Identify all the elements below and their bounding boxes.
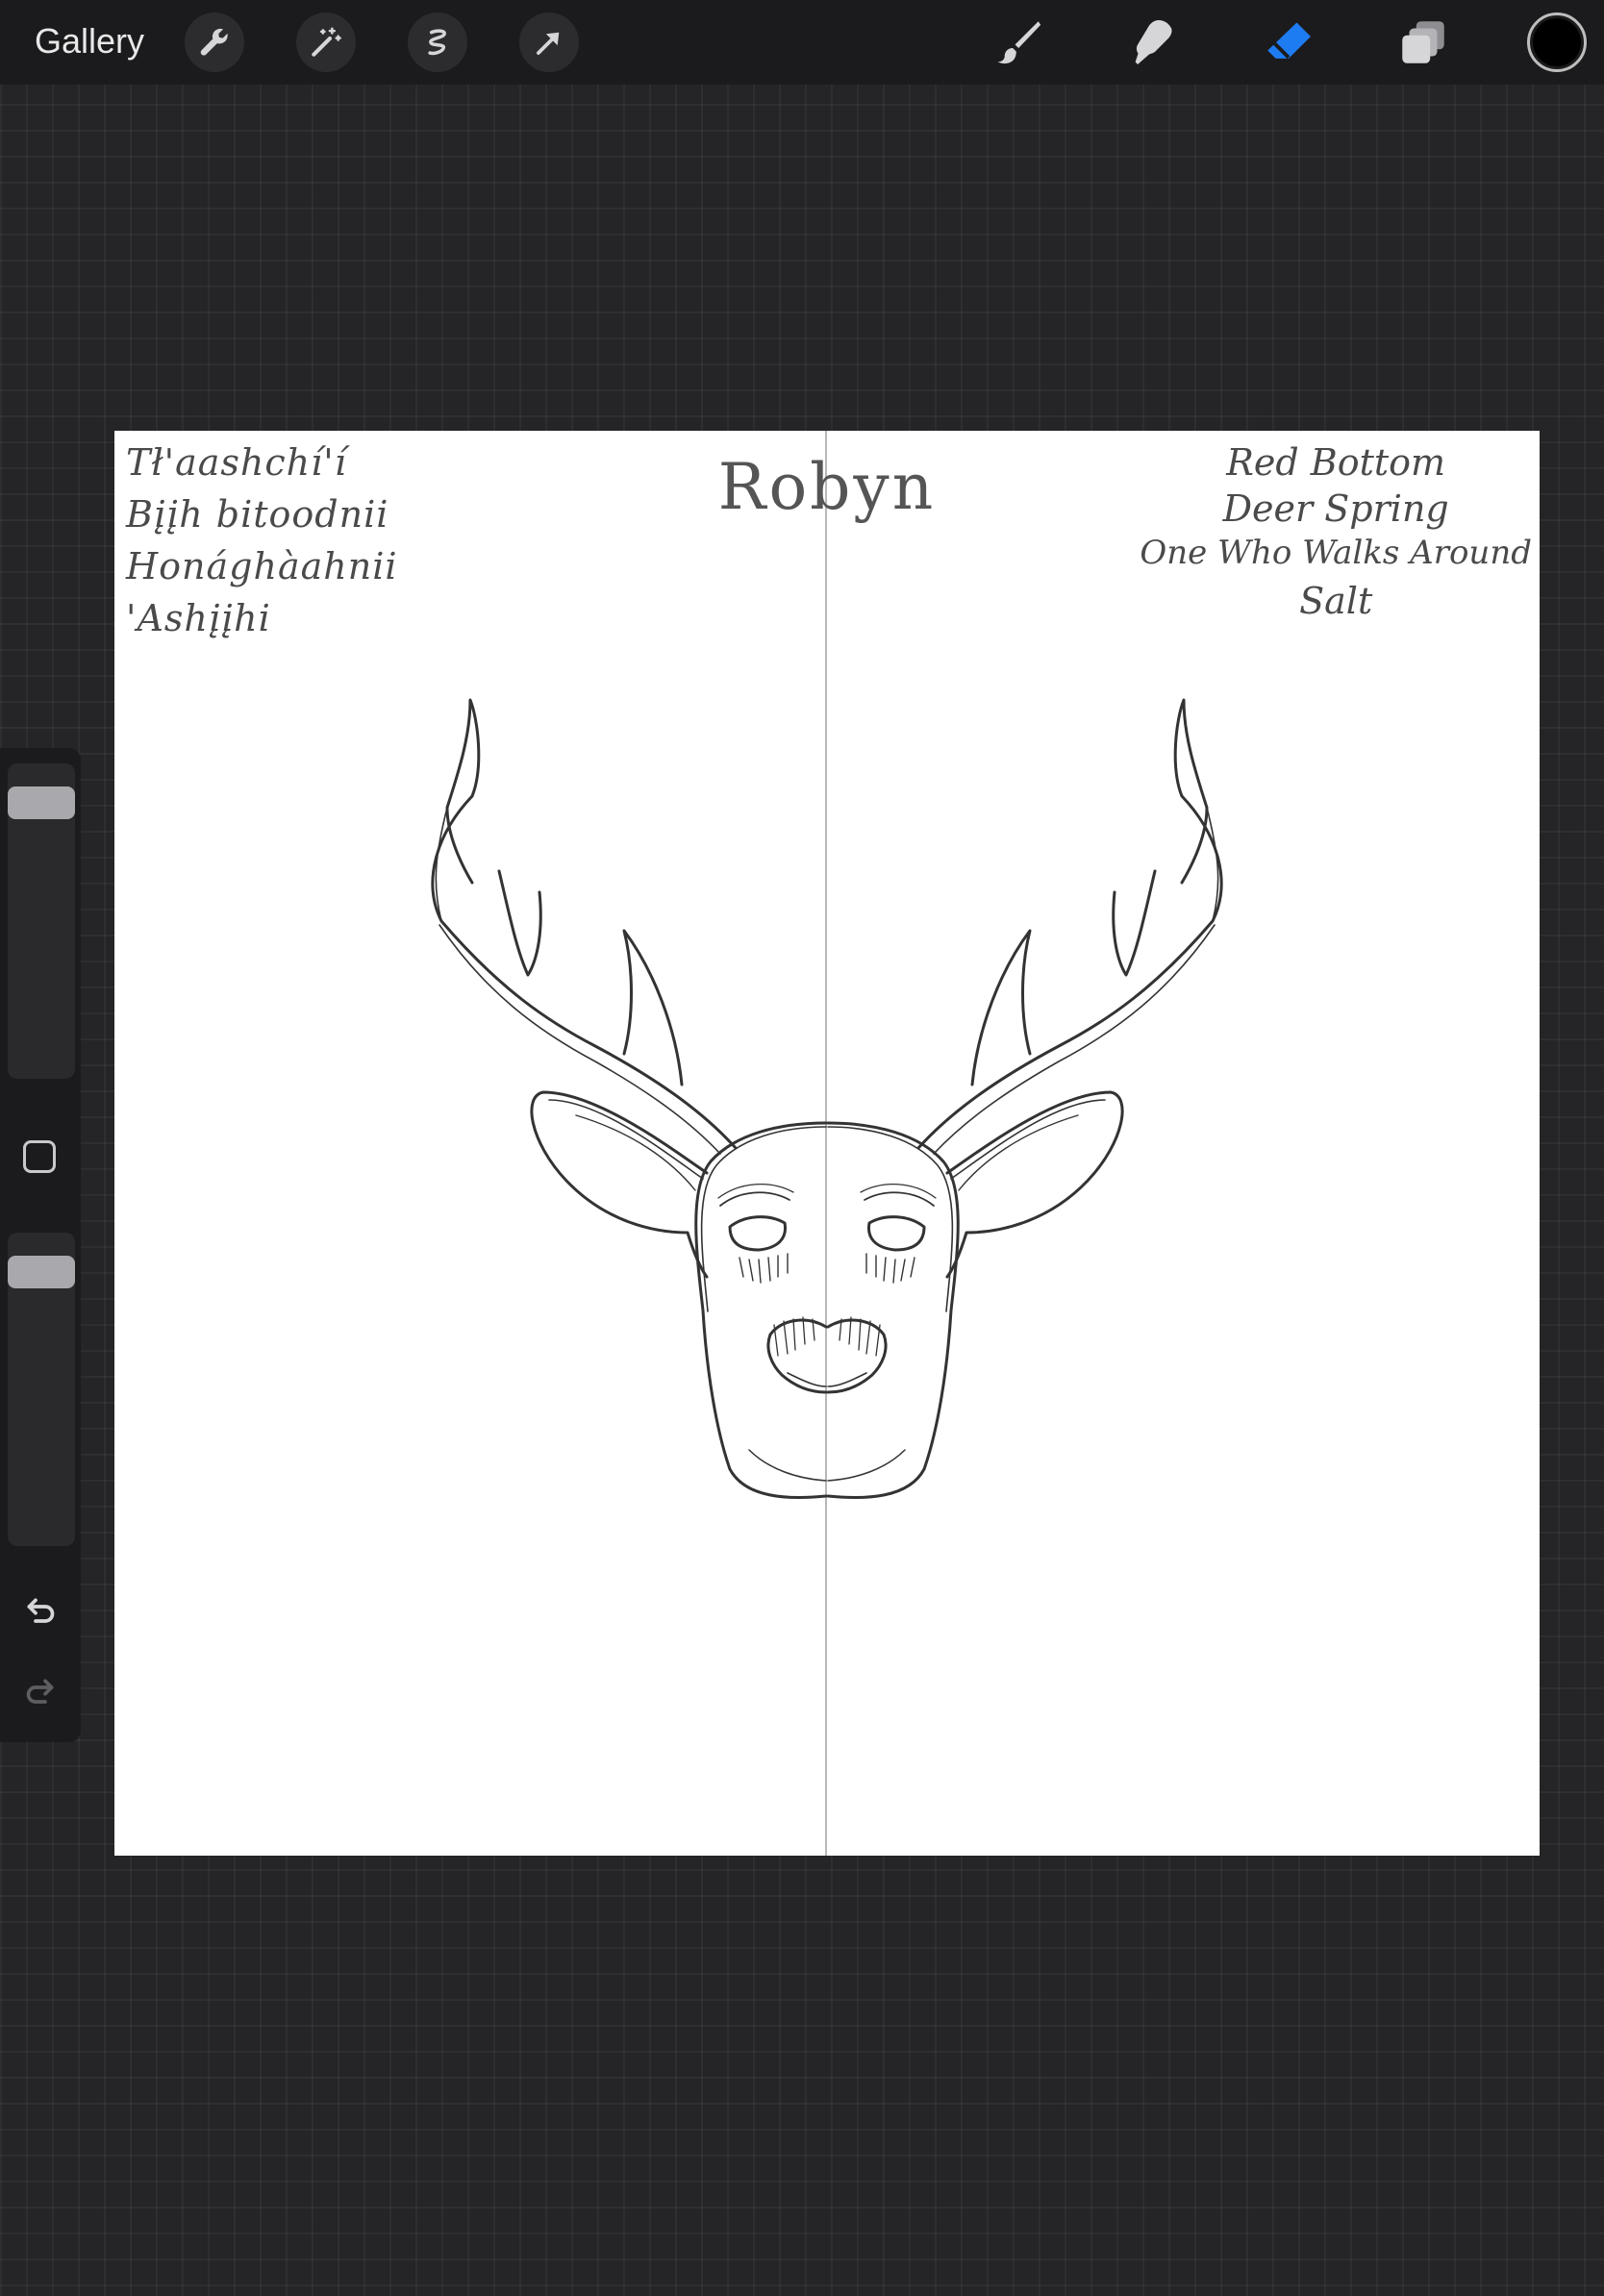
smudge-button[interactable] <box>1125 13 1183 71</box>
gallery-button[interactable]: Gallery <box>35 19 144 63</box>
transform-button[interactable] <box>519 12 579 72</box>
smudge-icon <box>1135 20 1172 64</box>
drawing-canvas[interactable]: Tł'aashchí'í Bįįh bitoodnii Honághàahnii… <box>114 431 1540 1856</box>
brush-size-slider[interactable] <box>8 763 75 1079</box>
left-sidebar <box>0 748 81 1742</box>
layers-icon <box>1402 21 1444 63</box>
color-picker-button[interactable] <box>1527 12 1587 72</box>
deer-head-sketch <box>431 698 1223 1500</box>
current-color-swatch <box>1533 18 1581 66</box>
transform-arrow-icon <box>537 32 560 55</box>
top-toolbar: Gallery <box>0 0 1604 85</box>
redo-icon <box>26 1679 54 1704</box>
undo-icon <box>27 1598 55 1623</box>
brush-size-thumb[interactable] <box>8 786 75 819</box>
brush-icon <box>997 21 1041 64</box>
opacity-slider[interactable] <box>8 1233 75 1546</box>
magic-wand-icon <box>312 27 341 57</box>
selection-icon <box>428 29 446 56</box>
brush-button[interactable] <box>989 13 1046 71</box>
layers-button[interactable] <box>1394 13 1452 71</box>
selection-button[interactable] <box>408 12 467 72</box>
eraser-icon <box>1267 22 1311 60</box>
modify-button[interactable] <box>23 1140 56 1173</box>
eraser-button[interactable] <box>1260 13 1317 71</box>
redo-button[interactable] <box>19 1671 62 1713</box>
wrench-icon <box>200 28 228 56</box>
actions-button[interactable] <box>185 12 244 72</box>
undo-button[interactable] <box>19 1590 62 1633</box>
adjustments-button[interactable] <box>296 12 356 72</box>
opacity-thumb[interactable] <box>8 1255 75 1288</box>
